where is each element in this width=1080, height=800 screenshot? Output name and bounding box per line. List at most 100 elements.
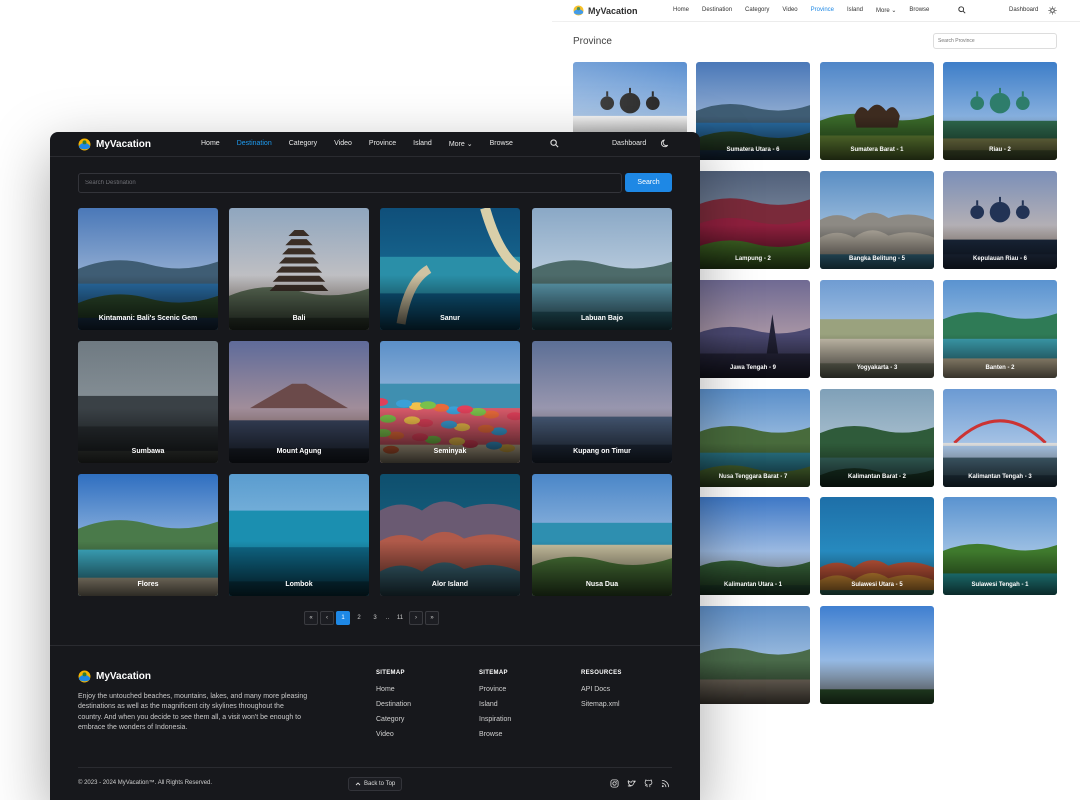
province-card[interactable]: Riau - 2 xyxy=(943,62,1057,160)
footer-brand[interactable]: MyVacation xyxy=(78,670,151,683)
github-icon[interactable] xyxy=(644,779,653,788)
chevron-up-icon xyxy=(355,782,361,786)
province-card[interactable]: Kalimantan Utara - 1 xyxy=(696,497,810,595)
footer-link-api-docs[interactable]: API Docs xyxy=(581,686,622,693)
footer-link-category[interactable]: Category xyxy=(376,716,411,723)
sun-icon[interactable] xyxy=(1048,6,1057,15)
page-11-button[interactable]: 11 xyxy=(393,611,407,625)
nav-category[interactable]: Category xyxy=(289,140,317,148)
province-search-input[interactable] xyxy=(933,33,1057,49)
province-card[interactable]: Sulawesi Utara - 5 xyxy=(820,497,934,595)
footer-link-province[interactable]: Province xyxy=(479,686,511,693)
prev-page-button[interactable]: ‹ xyxy=(320,611,334,625)
dark-brand[interactable]: MyVacation xyxy=(78,138,151,151)
province-card[interactable]: Bangka Belitung - 5 xyxy=(820,171,934,269)
province-card[interactable]: Lampung - 2 xyxy=(696,171,810,269)
destination-card-label: Sumbawa xyxy=(131,448,165,455)
nav-province[interactable]: Province xyxy=(811,7,834,14)
nav-more[interactable]: More ⌄ xyxy=(876,7,896,14)
nav-browse[interactable]: Browse xyxy=(909,7,929,14)
back-to-top-button[interactable]: Back to Top xyxy=(348,777,403,791)
destination-card[interactable]: Bali xyxy=(229,208,369,330)
province-card[interactable]: Kalimantan Tengah - 3 xyxy=(943,389,1057,487)
province-card-label: Jawa Tengah - 9 xyxy=(730,365,776,371)
copyright: © 2023 - 2024 MyVacation™. All Rights Re… xyxy=(78,780,213,786)
destination-card[interactable]: Seminyak xyxy=(380,341,520,463)
destination-search-input[interactable] xyxy=(78,173,622,193)
moon-icon[interactable] xyxy=(661,139,670,148)
province-card[interactable] xyxy=(820,606,934,704)
light-brand[interactable]: MyVacation xyxy=(573,5,638,16)
nav-island[interactable]: Island xyxy=(413,140,432,148)
province-card[interactable]: Sumatera Utara - 6 xyxy=(696,62,810,160)
brand-logo-icon xyxy=(78,670,91,683)
destination-card-label: Alor Island xyxy=(431,581,469,588)
nav-more[interactable]: More ⌄ xyxy=(449,140,473,148)
destination-card[interactable]: Alor Island xyxy=(380,474,520,596)
first-page-button[interactable]: « xyxy=(304,611,318,625)
dashboard-link[interactable]: Dashboard xyxy=(1009,7,1038,13)
nav-home[interactable]: Home xyxy=(201,140,220,148)
destination-card-label: Bali xyxy=(292,315,306,322)
footer-link-inspiration[interactable]: Inspiration xyxy=(479,716,511,723)
nav-category[interactable]: Category xyxy=(745,7,769,14)
province-card[interactable]: Sulawesi Tengah - 1 xyxy=(943,497,1057,595)
destination-card[interactable]: Labuan Bajo xyxy=(532,208,672,330)
province-card[interactable]: Nusa Tenggara Barat - 7 xyxy=(696,389,810,487)
nav-destination[interactable]: Destination xyxy=(237,140,272,148)
province-card[interactable]: Banten - 2 xyxy=(943,280,1057,378)
province-card[interactable]: Jawa Tengah - 9 xyxy=(696,280,810,378)
next-page-button[interactable]: › xyxy=(409,611,423,625)
province-card-label: Sulawesi Tengah - 1 xyxy=(971,582,1029,588)
dashboard-link[interactable]: Dashboard xyxy=(612,140,646,147)
nav-browse[interactable]: Browse xyxy=(490,140,513,148)
province-card[interactable]: Kalimantan Barat - 2 xyxy=(820,389,934,487)
province-card[interactable]: Kepulauan Riau - 6 xyxy=(943,171,1057,269)
destination-card[interactable]: Kupang on Timur xyxy=(532,341,672,463)
nav-province[interactable]: Province xyxy=(369,140,396,148)
dark-navbar: MyVacation Home Destination Category Video P… xyxy=(50,132,700,157)
footer-link-home[interactable]: Home xyxy=(376,686,411,693)
province-card[interactable]: Sumatera Barat - 1 xyxy=(820,62,934,160)
search-button[interactable]: Search xyxy=(625,173,672,192)
province-card-label: Kepulauan Riau - 6 xyxy=(972,256,1027,262)
pagination-ellipsis: .. xyxy=(385,615,390,621)
footer-link-island[interactable]: Island xyxy=(479,701,511,708)
instagram-icon[interactable] xyxy=(610,779,619,788)
light-nav-links: Home Destination Category Video Province Isla… xyxy=(673,7,929,14)
footer-link-destination[interactable]: Destination xyxy=(376,701,411,708)
brand-logo-icon xyxy=(78,138,91,151)
rss-icon[interactable] xyxy=(661,779,670,788)
destination-card[interactable]: Mount Agung xyxy=(229,341,369,463)
destination-card-label: Nusa Dua xyxy=(585,581,619,588)
last-page-button[interactable]: » xyxy=(425,611,439,625)
search-icon[interactable] xyxy=(958,6,966,14)
destination-card[interactable]: Lombok xyxy=(229,474,369,596)
destination-card-label: Kupang on Timur xyxy=(573,448,631,455)
brand-name: MyVacation xyxy=(588,5,638,16)
destination-card[interactable]: Sumbawa xyxy=(78,341,218,463)
nav-home[interactable]: Home xyxy=(673,7,689,14)
footer-link-browse[interactable]: Browse xyxy=(479,731,511,738)
search-icon[interactable] xyxy=(550,139,559,148)
destination-card-label: Sanur xyxy=(440,315,460,322)
province-card-label: Sumatera Utara - 6 xyxy=(726,147,780,153)
destination-card[interactable]: Nusa Dua xyxy=(532,474,672,596)
nav-destination[interactable]: Destination xyxy=(702,7,732,14)
page-3-button[interactable]: 3 xyxy=(368,611,382,625)
twitter-icon[interactable] xyxy=(627,779,636,788)
footer-link-sitemap-xml[interactable]: Sitemap.xml xyxy=(581,701,622,708)
page-1-button[interactable]: 1 xyxy=(336,611,350,625)
province-card-label: Banten - 2 xyxy=(985,365,1015,371)
footer-link-video[interactable]: Video xyxy=(376,731,411,738)
page-2-button[interactable]: 2 xyxy=(352,611,366,625)
province-card-label: Kalimantan Utara - 1 xyxy=(723,582,783,588)
nav-video[interactable]: Video xyxy=(334,140,352,148)
province-card[interactable]: Yogyakarta - 3 xyxy=(820,280,934,378)
destination-card[interactable]: Sanur xyxy=(380,208,520,330)
destination-card[interactable]: Kintamani: Bali's Scenic Gem xyxy=(78,208,218,330)
nav-video[interactable]: Video xyxy=(782,7,797,14)
province-card[interactable] xyxy=(696,606,810,704)
nav-island[interactable]: Island xyxy=(847,7,863,14)
destination-card[interactable]: Flores xyxy=(78,474,218,596)
